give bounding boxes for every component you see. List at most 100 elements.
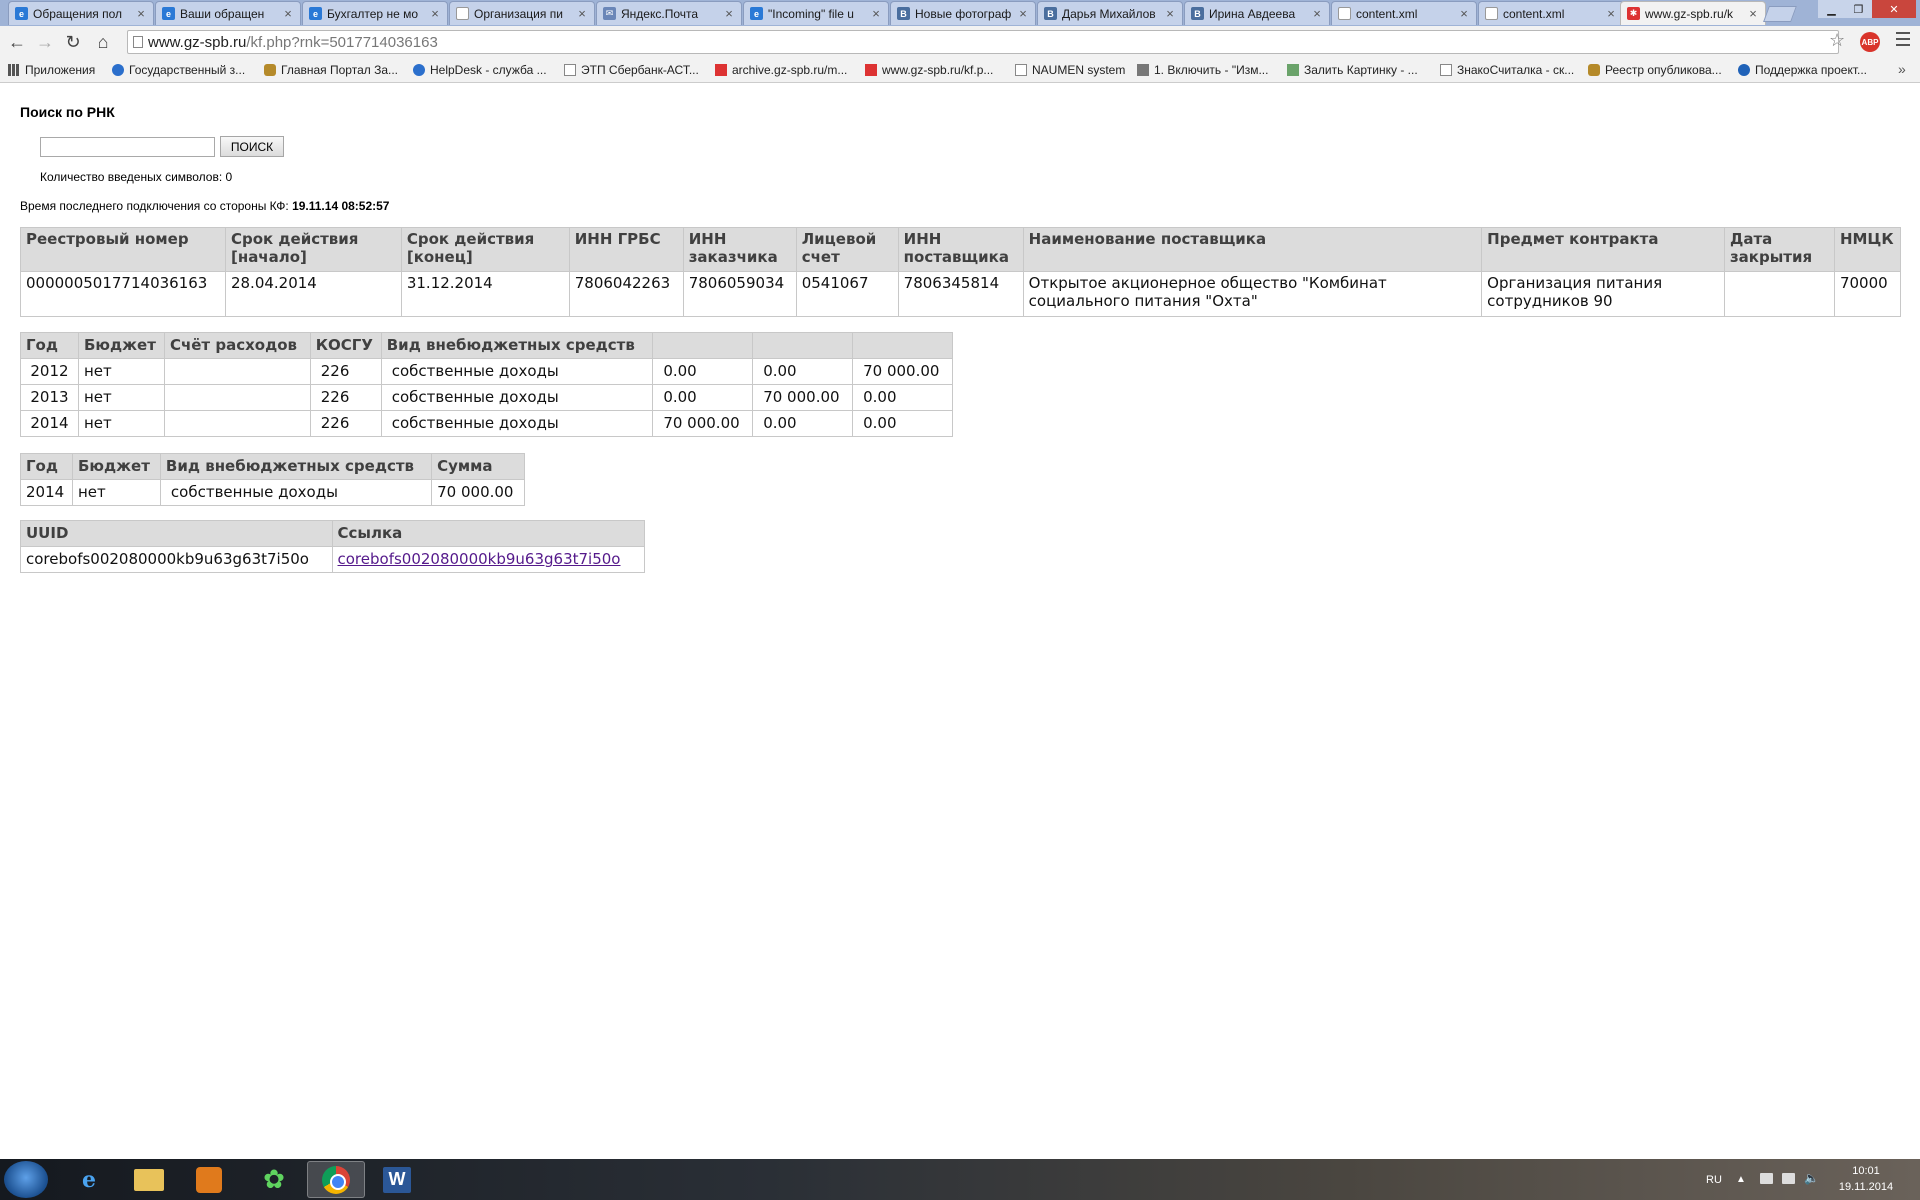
tab-close-icon[interactable]: ×	[723, 6, 735, 21]
browser-chrome: e Обращения пол × e Ваши обращен × e Бухгалте…	[0, 0, 1920, 83]
tab-close-icon[interactable]: ×	[135, 6, 147, 21]
reload-icon[interactable]: ↻	[62, 31, 84, 53]
gz-spb-icon	[865, 64, 877, 76]
funds-type-cell: собственные доходы	[380, 384, 654, 411]
tab-close-icon[interactable]: ×	[1747, 6, 1759, 21]
contract-subject-cell: Организация питания сотрудников 90	[1481, 271, 1725, 317]
tab-label: Бухгалтер не мо	[327, 6, 419, 21]
tab-incoming[interactable]: e "Incoming" file u ×	[743, 1, 889, 25]
bookmark-portal[interactable]: Главная Портал За...	[264, 63, 398, 77]
icq-icon[interactable]: ✿	[245, 1161, 303, 1198]
back-arrow-icon[interactable]: ←	[6, 31, 28, 53]
yearly-budget-table: Год Бюджет Счёт расходов КОСГУ Вид внебю…	[20, 332, 953, 437]
search-button[interactable]: ПОИСК	[220, 136, 284, 157]
tab-close-icon[interactable]: ×	[1458, 6, 1470, 21]
internet-explorer-icon[interactable]: e	[60, 1161, 118, 1198]
minimize-window-button[interactable]: ▁	[1818, 0, 1845, 18]
tab-close-icon[interactable]: ×	[429, 6, 441, 21]
network-icon[interactable]	[1782, 1173, 1795, 1184]
tab-vk-photos[interactable]: B Новые фотограф ×	[890, 1, 1036, 25]
bookmark-helpdesk[interactable]: HelpDesk - служба ...	[413, 63, 547, 77]
bookmarks-overflow-icon[interactable]: »	[1898, 61, 1906, 77]
uuid-link[interactable]: corebofs002080000kb9u63g63t7i50o	[338, 550, 621, 568]
amount-cell: 0.00	[652, 384, 754, 411]
tab-gz-spb-active[interactable]: ✱ www.gz-spb.ru/k ×	[1620, 1, 1766, 25]
forward-arrow-icon[interactable]: →	[34, 31, 56, 53]
bookmark-label: HelpDesk - служба ...	[430, 63, 547, 77]
registry-number-cell: 0000005017714036163	[20, 271, 226, 317]
bookmark-gz-kf[interactable]: www.gz-spb.ru/kf.p...	[865, 63, 993, 77]
bookmark-reestr[interactable]: Реестр опубликова...	[1588, 63, 1722, 77]
tab-vk-darya[interactable]: B Дарья Михайлов ×	[1037, 1, 1183, 25]
tab-content-xml-1[interactable]: content.xml ×	[1331, 1, 1477, 25]
tab-vashi-obrashcheniya[interactable]: e Ваши обращен ×	[155, 1, 301, 25]
table-row: corebofs002080000kb9u63g63t7i50o corebof…	[20, 546, 645, 573]
tab-close-icon[interactable]: ×	[576, 6, 588, 21]
page-content: Поиск по РНК ПОИСК Количество введеных с…	[0, 84, 1920, 1159]
inn-grbs-cell: 7806042263	[568, 271, 684, 317]
bookmark-zalit-kartinku[interactable]: Залить Картинку - ...	[1287, 63, 1418, 77]
column-header: UUID	[20, 520, 333, 547]
document-icon	[1338, 7, 1351, 20]
ie-globe-icon: e	[162, 7, 175, 20]
year-cell: 2013	[20, 384, 79, 411]
system-clock[interactable]: 10:01 19.11.2014	[1826, 1163, 1906, 1195]
start-orb-icon[interactable]	[4, 1161, 48, 1198]
kosgu-cell: 226	[309, 410, 382, 437]
bookmark-sberbank-ast[interactable]: ЭТП Сбербанк-АСТ...	[564, 63, 699, 77]
bookmark-label: NAUMEN system	[1032, 63, 1126, 77]
rnk-search-input[interactable]	[40, 137, 215, 157]
flag-icon[interactable]	[1760, 1173, 1773, 1184]
tray-expand-icon[interactable]: ▲	[1736, 1159, 1746, 1200]
amount-cell: 0.00	[852, 410, 953, 437]
tab-vk-irina[interactable]: B Ирина Авдеева ×	[1184, 1, 1330, 25]
table-row: 0000005017714036163 28.04.2014 31.12.201…	[20, 271, 1902, 317]
maximize-window-button[interactable]: ❐	[1845, 0, 1872, 18]
vk-icon: B	[1044, 7, 1057, 20]
tab-close-icon[interactable]: ×	[870, 6, 882, 21]
bookmark-znakoschitalka[interactable]: ЗнакоСчиталка - ск...	[1440, 63, 1574, 77]
table-header-row: Год Бюджет Вид внебюджетных средств Сумм…	[20, 453, 525, 480]
close-window-button[interactable]: ✕	[1872, 0, 1916, 18]
tab-obrashcheniya[interactable]: e Обращения пол ×	[8, 1, 154, 25]
tab-close-icon[interactable]: ×	[1164, 6, 1176, 21]
chrome-menu-icon[interactable]	[1896, 32, 1910, 46]
bookmark-archive-gz[interactable]: archive.gz-spb.ru/m...	[715, 63, 847, 77]
clock-date: 19.11.2014	[1838, 1181, 1894, 1193]
tab-label: Новые фотограф	[915, 6, 1012, 21]
column-header: Срок действия [конец]	[400, 227, 570, 272]
bookmark-podderzhka[interactable]: Поддержка проект...	[1738, 63, 1867, 77]
column-header: Лицевой счет	[795, 227, 899, 272]
adblock-plus-icon[interactable]: ABP	[1860, 32, 1880, 52]
tab-close-icon[interactable]: ×	[282, 6, 294, 21]
file-explorer-icon[interactable]	[120, 1161, 178, 1198]
column-header: Вид внебюджетных средств	[159, 453, 433, 480]
tab-content-xml-2[interactable]: content.xml ×	[1478, 1, 1624, 25]
uuid-table: UUID Ссылка corebofs002080000kb9u63g63t7…	[20, 520, 645, 573]
tab-close-icon[interactable]: ×	[1311, 6, 1323, 21]
word-icon[interactable]: W	[368, 1161, 426, 1198]
bookmark-star-icon[interactable]: ☆	[1829, 30, 1845, 51]
image-icon	[1287, 64, 1299, 76]
edge-icon	[1738, 64, 1750, 76]
nmck-cell: 70000	[1833, 271, 1902, 317]
language-indicator[interactable]: RU	[1706, 1159, 1722, 1200]
media-player-icon[interactable]	[180, 1161, 238, 1198]
tab-bukhgalter[interactable]: e Бухгалтер не мо ×	[302, 1, 448, 25]
tab-close-icon[interactable]: ×	[1605, 6, 1617, 21]
tab-organizaciya[interactable]: Организация пи ×	[449, 1, 595, 25]
address-bar[interactable]: www.gz-spb.ru/kf.php?rnk=5017714036163	[127, 30, 1839, 54]
column-header: Наименование поставщика	[1022, 227, 1483, 272]
tab-yandex-mail[interactable]: ✉ Яндекс.Почта ×	[596, 1, 742, 25]
volume-icon[interactable]: 🔈	[1804, 1171, 1819, 1185]
chrome-icon[interactable]	[307, 1161, 365, 1198]
tab-close-icon[interactable]: ×	[1017, 6, 1029, 21]
bookmark-naumen[interactable]: NAUMEN system	[1015, 63, 1125, 77]
bookmark-apps[interactable]: Приложения	[8, 63, 95, 77]
new-tab-button[interactable]	[1763, 6, 1797, 22]
ie-globe-icon: e	[750, 7, 763, 20]
home-icon[interactable]: ⌂	[92, 31, 114, 53]
bookmark-label: archive.gz-spb.ru/m...	[732, 63, 848, 77]
bookmark-vklyuchit[interactable]: 1. Включить - "Изм...	[1137, 63, 1268, 77]
bookmark-goszakupki[interactable]: Государственный з...	[112, 63, 245, 77]
